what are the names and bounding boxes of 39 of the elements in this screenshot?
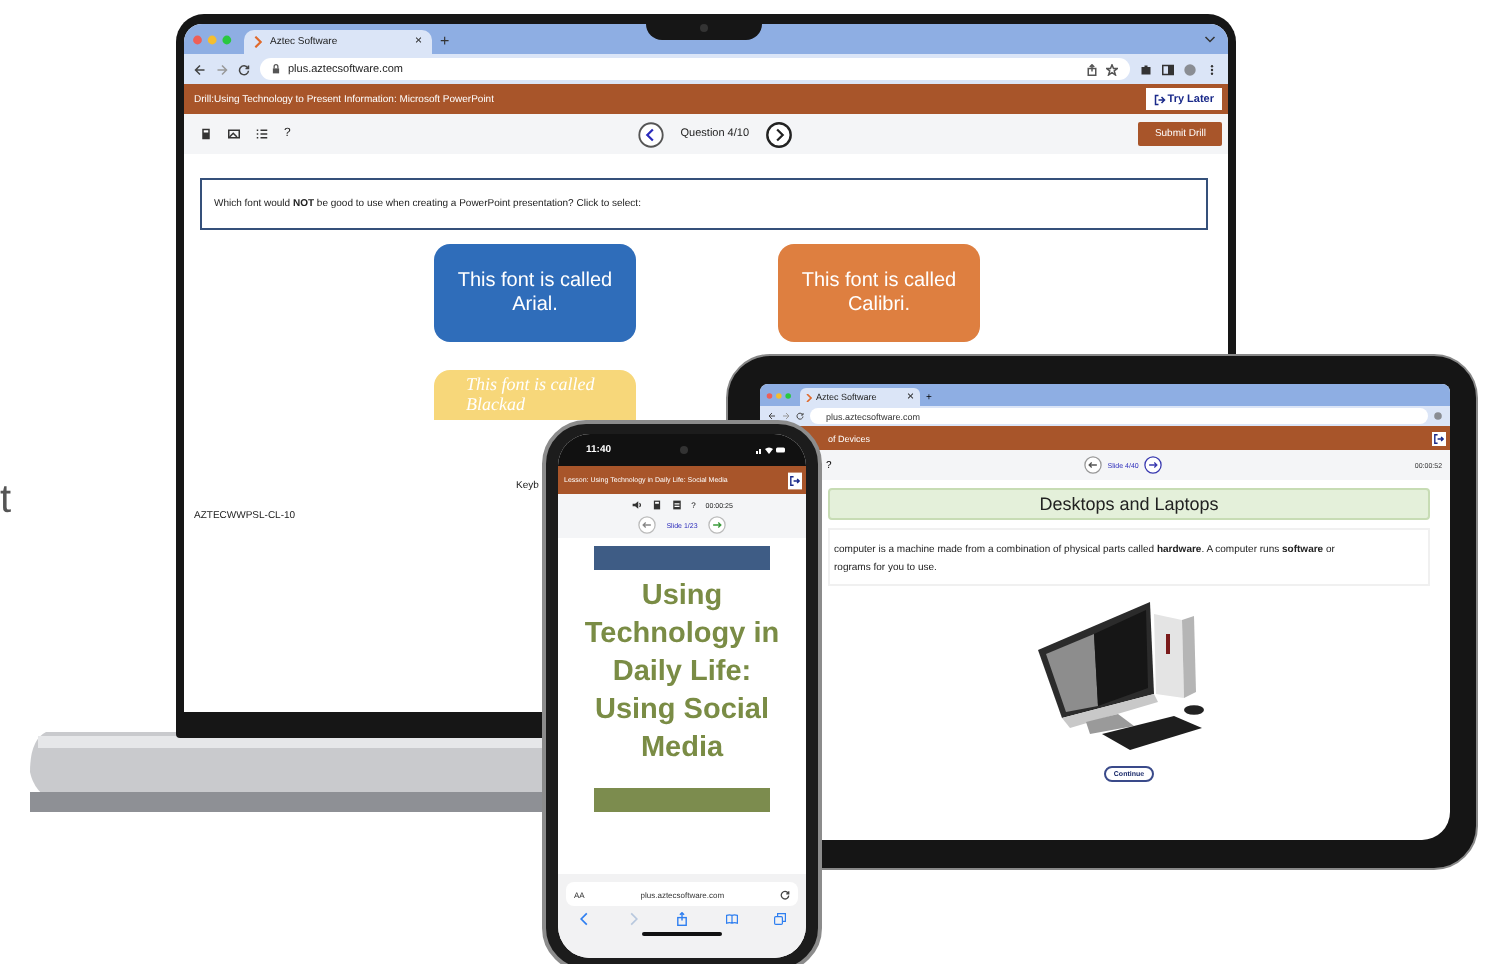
avatar-icon[interactable] [1184,63,1196,75]
share-icon[interactable] [1086,63,1098,75]
next-button[interactable] [765,121,792,147]
slide-title: Using Technology in Daily Life: Using Social Media [582,578,782,768]
back-icon[interactable] [768,412,776,420]
star-icon[interactable] [1106,63,1118,75]
background-text: t [0,480,12,520]
new-tab-button[interactable]: + [440,28,450,54]
exit-button[interactable] [788,471,802,489]
avatar-icon[interactable] [1434,412,1442,420]
reload-icon[interactable] [238,63,250,75]
image-icon[interactable] [228,128,240,140]
status-icons [755,446,786,454]
chevron-icon [806,393,812,401]
answer-choice[interactable]: This font is called Arial. [434,244,636,342]
previous-button[interactable] [638,121,665,147]
back-icon[interactable] [194,63,206,75]
exit-button[interactable] [1432,431,1446,445]
lock-icon [272,64,280,74]
next-button[interactable] [1144,456,1163,474]
slide-heading: Desktops and Laptops [828,488,1430,520]
list-icon[interactable] [256,128,268,140]
back-icon[interactable] [578,912,590,926]
book-icon[interactable] [725,912,737,926]
menu-icon[interactable] [1206,63,1218,75]
tabs-icon[interactable] [774,912,786,926]
document-icon[interactable] [671,500,682,510]
calculator-icon[interactable] [200,128,212,140]
reload-icon[interactable] [780,889,790,899]
previous-button[interactable] [1083,456,1102,474]
calculator-icon[interactable] [651,500,662,510]
chevron-icon [254,36,262,48]
reload-icon[interactable] [796,412,804,420]
speaker-icon[interactable] [631,500,642,510]
puzzle-icon[interactable] [1140,63,1152,75]
share-icon[interactable] [676,912,688,926]
caret-icon[interactable] [1204,33,1216,45]
exit-icon [1153,93,1166,105]
sidebar-icon[interactable] [1162,63,1174,75]
